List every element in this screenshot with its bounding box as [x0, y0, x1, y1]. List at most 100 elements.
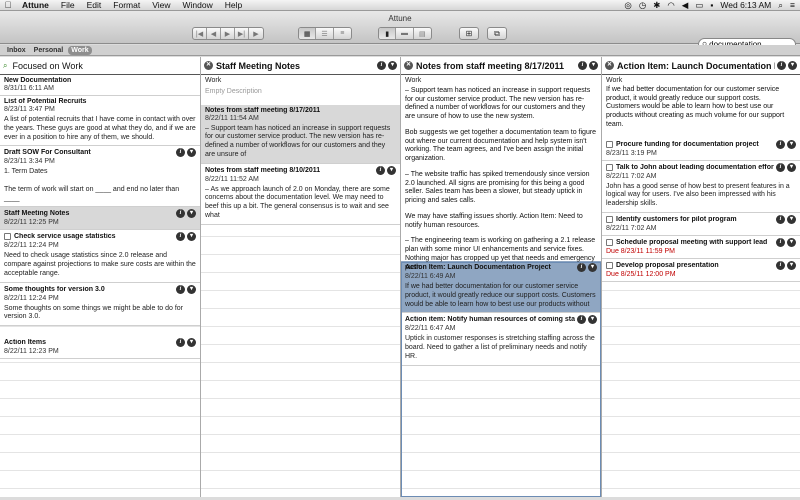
- info-icon[interactable]: i: [376, 165, 385, 175]
- list-item[interactable]: Notes from staff meeting 8/10/2011 i ▾ 8/2…: [201, 163, 400, 225]
- task-checkbox[interactable]: [606, 163, 613, 171]
- list-item-selected[interactable]: Notes from staff meeting 8/17/2011 8/22/…: [201, 104, 400, 164]
- menu-view[interactable]: View: [146, 0, 176, 10]
- info-icon[interactable]: i: [176, 338, 185, 347]
- cards-layout-icon[interactable]: ▬: [396, 28, 414, 39]
- stack-layout-icon[interactable]: ▤: [414, 28, 431, 39]
- list-item-selected[interactable]: Action Item: Launch Documentation Projec…: [401, 261, 601, 314]
- last-icon[interactable]: ▶|: [235, 28, 249, 39]
- info-icon[interactable]: i: [577, 315, 586, 325]
- menu-arrow-icon[interactable]: ▾: [388, 61, 397, 70]
- item-title: New Documentation: [4, 77, 72, 84]
- menu-arrow-icon[interactable]: ▾: [589, 61, 598, 70]
- menu-window[interactable]: Window: [176, 0, 218, 10]
- detail-view-icon[interactable]: ☰: [316, 28, 334, 39]
- menu-arrow-icon[interactable]: ▾: [588, 315, 597, 325]
- info-icon[interactable]: i: [776, 162, 785, 172]
- info-icon[interactable]: i: [776, 237, 785, 247]
- menu-attune[interactable]: Attune: [16, 0, 55, 10]
- info-icon[interactable]: i: [776, 139, 785, 149]
- menu-arrow-icon[interactable]: ▾: [787, 260, 796, 270]
- column-view-icon[interactable]: ▦: [299, 28, 317, 39]
- clock-status-icon[interactable]: ◷: [639, 0, 646, 11]
- list-item-selected[interactable]: Staff Meeting Notes i ▾ 8/22/11 12:25 PM: [0, 207, 200, 231]
- menu-arrow-icon[interactable]: ▾: [588, 263, 597, 272]
- list-item[interactable]: Action item: Notify human resources of c…: [401, 313, 601, 366]
- new-note-button[interactable]: ⊞: [459, 27, 479, 40]
- menu-arrow-icon[interactable]: ▾: [787, 162, 796, 172]
- info-icon[interactable]: i: [776, 260, 785, 270]
- info-icon[interactable]: i: [777, 61, 786, 70]
- task-checkbox[interactable]: [606, 261, 613, 269]
- window-title: Attune: [388, 14, 412, 23]
- info-icon[interactable]: i: [176, 232, 185, 242]
- info-icon[interactable]: i: [578, 61, 587, 70]
- column-notes-8-17: ✕ Notes from staff meeting 8/17/2011 i ▾ …: [401, 57, 601, 497]
- info-icon[interactable]: i: [377, 61, 386, 70]
- task-item[interactable]: Identify customers for pilot program i ▾ 8…: [602, 212, 800, 236]
- menu-arrow-icon[interactable]: ▾: [187, 232, 196, 242]
- menu-arrow-icon[interactable]: ▾: [787, 237, 796, 247]
- list-item[interactable]: Some thoughts for version 3.0 i ▾ 8/22/11 …: [0, 282, 200, 326]
- wifi-icon[interactable]: ◠: [667, 0, 674, 11]
- info-icon[interactable]: i: [176, 148, 185, 158]
- scope-personal[interactable]: Personal: [31, 46, 67, 55]
- notes-layout-icon[interactable]: ▮: [379, 28, 397, 39]
- column-header: ✕ Notes from staff meeting 8/17/2011 i ▾: [401, 57, 601, 75]
- menu-arrow-icon[interactable]: ▾: [787, 214, 796, 224]
- task-item[interactable]: Talk to John about leading documentation…: [602, 160, 800, 213]
- task-checkbox[interactable]: [606, 140, 613, 148]
- bluetooth-icon[interactable]: ✱: [653, 0, 660, 11]
- column-title: Notes from staff meeting 8/17/2011: [416, 60, 565, 71]
- list-item[interactable]: List of Potential Recruits 8/23/11 3:47 …: [0, 96, 200, 147]
- scope-inbox[interactable]: Inbox: [4, 46, 29, 55]
- battery-icon[interactable]: ▭: [695, 0, 703, 11]
- menu-format[interactable]: Format: [107, 0, 146, 10]
- menu-arrow-icon[interactable]: ▾: [187, 209, 196, 219]
- flag-icon[interactable]: ▪: [710, 0, 713, 10]
- info-icon[interactable]: i: [776, 214, 785, 224]
- list-item[interactable]: Action Items i ▾ 8/22/11 12:23 PM: [0, 336, 200, 359]
- close-icon[interactable]: ✕: [204, 61, 213, 70]
- scope-work[interactable]: Work: [68, 45, 92, 55]
- task-item[interactable]: Procure funding for documentation projec…: [602, 137, 800, 161]
- column-header: ✕ Action Item: Launch Documentation Pr i…: [602, 57, 800, 75]
- volume-icon[interactable]: ◀: [682, 0, 689, 11]
- share-button[interactable]: ⧉: [487, 27, 507, 40]
- spacer-icon[interactable]: ▶: [249, 28, 263, 39]
- menu-arrow-icon[interactable]: ▾: [187, 338, 196, 347]
- menu-arrow-icon[interactable]: ▾: [187, 148, 196, 158]
- menu-arrow-icon[interactable]: ▾: [187, 284, 196, 294]
- apple-menu-icon[interactable]: : [0, 0, 16, 10]
- first-icon[interactable]: |◀: [193, 28, 207, 39]
- info-icon[interactable]: i: [577, 263, 586, 272]
- menu-arrow-icon[interactable]: ▾: [387, 165, 396, 175]
- list-view-icon[interactable]: ≡: [334, 28, 351, 39]
- task-checkbox[interactable]: [606, 215, 613, 223]
- list-item[interactable]: Draft SOW For Consultant i ▾ 8/23/11 3:34 …: [0, 146, 200, 208]
- list-item[interactable]: New Documentation 8/31/11 6:11 AM: [0, 75, 200, 96]
- clock[interactable]: Wed 6:13 AM: [720, 0, 771, 10]
- menu-arrow-icon[interactable]: ▾: [788, 61, 797, 70]
- back-icon[interactable]: ◀: [207, 28, 221, 39]
- task-checkbox[interactable]: [4, 233, 11, 241]
- spotlight-icon[interactable]: ⌕: [778, 0, 783, 11]
- item-title: Action Items: [4, 339, 47, 346]
- info-icon[interactable]: i: [176, 209, 185, 219]
- item-date: 8/22/11 12:24 PM: [4, 242, 59, 250]
- task-item[interactable]: Schedule proposal meeting with support l…: [602, 235, 800, 259]
- menu-arrow-icon[interactable]: ▾: [787, 139, 796, 149]
- list-item[interactable]: Check service usage statistics i ▾ 8/22/11…: [0, 230, 200, 283]
- close-icon[interactable]: ✕: [404, 61, 413, 70]
- column-title: Action Item: Launch Documentation Pr: [617, 60, 775, 71]
- close-icon[interactable]: ✕: [605, 61, 614, 70]
- task-item[interactable]: Develop proposal presentation i ▾ Due 8/25…: [602, 258, 800, 282]
- menu-file[interactable]: File: [55, 0, 81, 10]
- menu-edit[interactable]: Edit: [81, 0, 108, 10]
- menu-help[interactable]: Help: [219, 0, 248, 10]
- task-checkbox[interactable]: [606, 238, 613, 246]
- forward-icon[interactable]: ▶: [221, 28, 235, 39]
- notification-icon[interactable]: ≡: [790, 0, 795, 10]
- info-icon[interactable]: i: [176, 284, 185, 294]
- status-extras-icon[interactable]: ◎: [624, 0, 631, 11]
